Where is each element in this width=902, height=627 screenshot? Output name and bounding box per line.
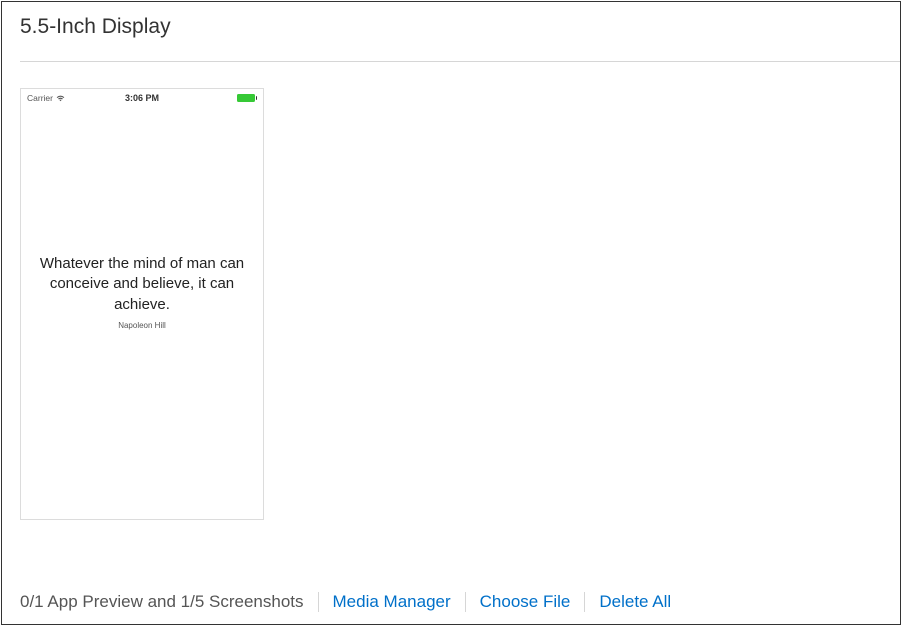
status-time: 3:06 PM bbox=[125, 93, 159, 103]
screenshot-thumbnail[interactable]: Carrier 3:06 PM Whatever the mind of man… bbox=[20, 88, 264, 520]
section-title: 5.5-Inch Display bbox=[2, 2, 900, 39]
battery-icon bbox=[237, 94, 255, 102]
quote-text: Whatever the mind of man can conceive an… bbox=[33, 254, 251, 315]
display-panel: 5.5-Inch Display Carrier 3:06 PM Whateve… bbox=[1, 1, 901, 625]
quote-area: Whatever the mind of man can conceive an… bbox=[21, 65, 263, 519]
quote-author: Napoleon Hill bbox=[118, 321, 166, 330]
media-manager-link[interactable]: Media Manager bbox=[319, 592, 465, 612]
choose-file-link[interactable]: Choose File bbox=[466, 592, 585, 612]
footer-bar: 0/1 App Preview and 1/5 Screenshots Medi… bbox=[2, 580, 900, 624]
delete-all-link[interactable]: Delete All bbox=[585, 592, 685, 612]
media-status-text: 0/1 App Preview and 1/5 Screenshots bbox=[20, 592, 304, 612]
status-right bbox=[237, 94, 255, 102]
footer-links: Media Manager Choose File Delete All bbox=[318, 592, 686, 612]
screenshots-area: Carrier 3:06 PM Whatever the mind of man… bbox=[2, 62, 900, 538]
